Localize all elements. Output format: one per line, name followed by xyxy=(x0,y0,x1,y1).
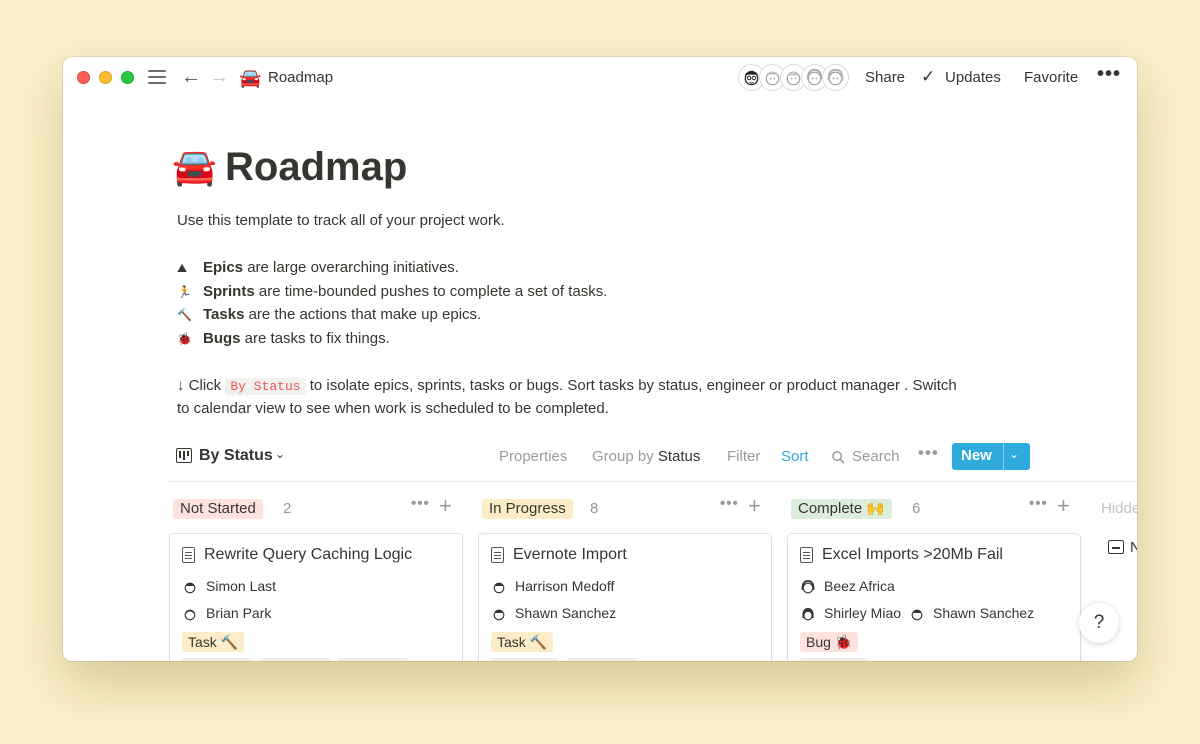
bullet-sprints: 🏃 Sprints are time-bounded pushes to comp… xyxy=(177,283,608,300)
instructions-line-2: to calendar view to see when work is sch… xyxy=(177,400,609,417)
person-avatar-icon xyxy=(491,606,507,622)
manager-name: Brian Park xyxy=(206,605,272,621)
engineer-name: Beez Africa xyxy=(824,578,895,594)
card-title[interactable]: Rewrite Query Caching Logic xyxy=(204,546,412,564)
engineer-name: Simon Last xyxy=(206,578,277,594)
engineer-name: Harrison Medoff xyxy=(515,578,615,594)
type-tag: Bug 🐞 xyxy=(800,632,859,652)
tag-placeholder xyxy=(260,658,330,661)
board-view-icon[interactable] xyxy=(176,448,192,463)
inbox-icon xyxy=(1108,540,1124,554)
tag-placeholder xyxy=(567,658,637,661)
page-icon[interactable]: 🚘 xyxy=(172,143,217,191)
breadcrumb-title[interactable]: Roadmap xyxy=(268,69,333,86)
new-chevron-icon[interactable]: ⌄ xyxy=(1009,447,1019,461)
manager-name: Shawn Sanchez xyxy=(515,605,617,621)
more-options-icon[interactable]: ••• xyxy=(1097,63,1121,86)
bullet-bugs: 🐞 Bugs are tasks to fix things. xyxy=(177,330,390,347)
toolbar-divider xyxy=(169,481,1137,482)
bullet-epics: ⛰ Epics are large overarching initiatives… xyxy=(177,259,459,276)
view-selector[interactable]: By Status xyxy=(199,447,273,465)
column-add-icon[interactable]: + xyxy=(748,493,761,519)
hidden-groups-label: Hidde xyxy=(1101,500,1137,517)
column-count: 8 xyxy=(590,500,599,517)
intro-text: Use this template to track all of your p… xyxy=(177,212,505,229)
column-count: 2 xyxy=(283,500,292,517)
tag-placeholder xyxy=(800,658,868,661)
page-icon xyxy=(491,547,504,563)
share-button[interactable]: Share xyxy=(865,69,905,86)
person-avatar-icon xyxy=(800,579,816,595)
person-avatar-icon xyxy=(800,606,816,622)
type-tag: Task 🔨 xyxy=(491,632,554,652)
board-card[interactable]: Rewrite Query Caching Logic Simon Last B… xyxy=(170,534,462,661)
mountain-icon: ⛰ xyxy=(177,261,188,275)
page-icon xyxy=(800,547,813,563)
sort-button[interactable]: Sort xyxy=(781,448,809,465)
inline-code: By Status xyxy=(225,378,306,395)
bullet-tasks: 🔨 Tasks are the actions that make up epic… xyxy=(177,306,482,323)
board-card[interactable]: Evernote Import Harrison Medoff Shawn Sa… xyxy=(479,534,771,661)
forward-arrow-icon[interactable]: → xyxy=(209,66,229,88)
updates-button[interactable]: Updates xyxy=(945,69,1001,86)
help-button[interactable]: ? xyxy=(1079,603,1119,643)
engineer-name: Shirley Miao xyxy=(824,605,902,621)
column-more-icon[interactable]: ••• xyxy=(1029,495,1048,512)
person-avatar-icon xyxy=(182,606,198,622)
column-more-icon[interactable]: ••• xyxy=(720,495,739,512)
bug-icon: 🐞 xyxy=(177,332,192,346)
runner-icon: 🏃 xyxy=(177,285,192,299)
back-arrow-icon[interactable]: ← xyxy=(181,66,201,88)
breadcrumb-page-icon[interactable]: 🚘 xyxy=(239,67,261,89)
person-avatar-icon xyxy=(909,606,925,622)
instructions-line: ↓ Click By Status to isolate epics, spri… xyxy=(177,377,957,395)
app-window: ← → 🚘 Roadmap Share ✓ Updates Favorite • xyxy=(63,57,1137,661)
close-window-button[interactable] xyxy=(77,71,90,84)
properties-button[interactable]: Properties xyxy=(499,448,567,465)
card-title[interactable]: Evernote Import xyxy=(513,546,627,564)
group-by-button[interactable]: Group by Status xyxy=(592,448,700,465)
person-avatar-icon xyxy=(182,579,198,595)
column-count: 6 xyxy=(912,500,921,517)
column-complete[interactable]: Complete 🙌 xyxy=(791,499,893,519)
search-icon[interactable] xyxy=(831,450,846,465)
column-not-started[interactable]: Not Started xyxy=(173,499,263,519)
checkmark-icon: ✓ xyxy=(921,67,936,86)
tag-placeholder xyxy=(338,658,408,661)
view-more-icon[interactable]: ••• xyxy=(918,443,939,463)
chevron-down-icon[interactable]: ⌄ xyxy=(275,447,285,461)
sidebar-menu-icon[interactable] xyxy=(148,70,166,84)
favorite-button[interactable]: Favorite xyxy=(1024,69,1078,86)
column-in-progress[interactable]: In Progress xyxy=(482,499,573,519)
avatar[interactable] xyxy=(823,65,848,90)
manager-name: Shawn Sanchez xyxy=(933,605,1035,621)
hidden-group-item[interactable]: N xyxy=(1130,539,1137,556)
tag-placeholder xyxy=(182,658,252,661)
title-bar: ← → 🚘 Roadmap Share ✓ Updates Favorite • xyxy=(63,57,1137,99)
type-tag: Task 🔨 xyxy=(182,632,245,652)
search-button[interactable]: Search xyxy=(852,448,900,465)
column-more-icon[interactable]: ••• xyxy=(411,495,430,512)
column-add-icon[interactable]: + xyxy=(439,493,452,519)
zoom-window-button[interactable] xyxy=(121,71,134,84)
hammer-icon: 🔨 xyxy=(177,308,192,322)
board-card[interactable]: Excel Imports >20Mb Fail Beez Africa Shi… xyxy=(788,534,1080,661)
page-icon xyxy=(182,547,195,563)
person-avatar-icon xyxy=(491,579,507,595)
collaborator-avatars[interactable] xyxy=(739,65,851,91)
tag-placeholder xyxy=(491,658,559,661)
minimize-window-button[interactable] xyxy=(99,71,112,84)
column-add-icon[interactable]: + xyxy=(1057,493,1070,519)
page-title[interactable]: Roadmap xyxy=(225,143,407,191)
card-title[interactable]: Excel Imports >20Mb Fail xyxy=(822,546,1003,564)
new-button[interactable]: New ⌄ xyxy=(952,443,1030,470)
filter-button[interactable]: Filter xyxy=(727,448,760,465)
